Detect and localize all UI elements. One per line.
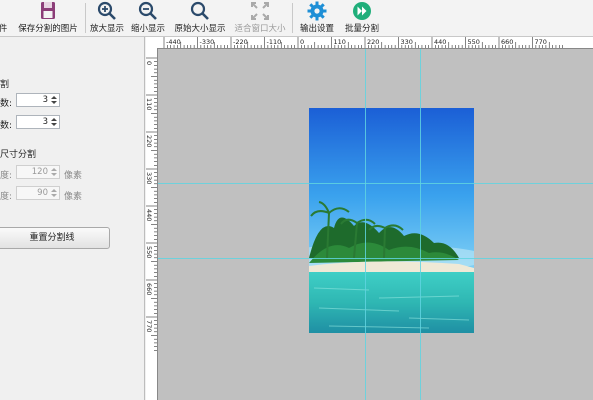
ruler-tick-label: 660 bbox=[501, 38, 513, 46]
ruler-tick-label: 660 bbox=[146, 283, 153, 295]
ruler-tick-label: 0 bbox=[146, 61, 153, 65]
zoom-actual-icon bbox=[190, 1, 209, 20]
save-split-images-button[interactable]: 保存分割的图片 bbox=[14, 0, 82, 36]
save-split-images-label: 保存分割的图片 bbox=[18, 24, 78, 34]
toolbar-separator bbox=[292, 3, 293, 33]
width-label: 度: bbox=[0, 171, 13, 181]
ruler-tick-label: 440 bbox=[434, 38, 446, 46]
vertical-ruler-scale: 0 110 220 330 440 550 660 770 bbox=[146, 57, 157, 351]
cols-value: 3 bbox=[42, 117, 48, 127]
ruler-tick-label: 220 bbox=[367, 38, 379, 46]
rows-value: 3 bbox=[42, 95, 48, 105]
width-unit: 像素 bbox=[64, 171, 83, 181]
reset-split-lines-button[interactable]: 重置分割线 bbox=[0, 227, 110, 249]
zoom-in-icon bbox=[97, 1, 116, 20]
horizontal-split-line[interactable] bbox=[158, 183, 593, 184]
height-value: 90 bbox=[37, 188, 48, 198]
zoom-in-label: 放大显示 bbox=[89, 24, 124, 34]
toolbar-separator bbox=[85, 3, 86, 33]
ruler-tick-label: 110 bbox=[334, 38, 346, 46]
split-settings-panel: 割 数: 3 数: 3 尺寸分割 度: 120 像素 度: 90 像素 重置分割… bbox=[0, 37, 145, 400]
rows-label: 数: bbox=[0, 99, 13, 109]
width-value: 120 bbox=[31, 167, 48, 177]
open-file-button[interactable]: 件 bbox=[0, 0, 14, 36]
horizontal-ruler-scale: -440 -330 -220 -110 0 110 220 330 440 550 660 770 bbox=[163, 37, 563, 48]
horizontal-split-line[interactable] bbox=[158, 258, 593, 259]
ruler-tick-label: -330 bbox=[200, 38, 215, 46]
zoom-in-button[interactable]: 放大显示 bbox=[88, 0, 126, 36]
rows-stepper[interactable] bbox=[50, 94, 58, 106]
output-settings-button[interactable]: 输出设置 bbox=[296, 0, 338, 36]
fit-window-label: 适合窗口大小 bbox=[234, 24, 286, 34]
zoom-out-button[interactable]: 缩小显示 bbox=[129, 0, 167, 36]
output-settings-label: 输出设置 bbox=[299, 24, 334, 34]
ruler-tick-label: 550 bbox=[468, 38, 480, 46]
ruler-tick-label: 330 bbox=[401, 38, 413, 46]
ruler-tick-label: 440 bbox=[146, 209, 153, 221]
actual-size-button[interactable]: 原始大小显示 bbox=[170, 0, 230, 36]
rows-spinbox[interactable]: 3 bbox=[16, 93, 60, 107]
gear-icon bbox=[307, 1, 327, 21]
cols-spinbox[interactable]: 3 bbox=[16, 115, 60, 129]
batch-play-icon bbox=[353, 2, 371, 20]
vertical-split-line[interactable] bbox=[420, 49, 421, 400]
height-unit: 像素 bbox=[64, 192, 83, 202]
fit-window-button[interactable]: 适合窗口大小 bbox=[232, 0, 288, 36]
ruler-tick-label: 330 bbox=[146, 172, 153, 184]
vertical-ruler: 0 110 220 330 440 550 660 770 bbox=[146, 48, 158, 400]
size-split-section-title: 尺寸分割 bbox=[0, 150, 37, 160]
zoom-out-label: 缩小显示 bbox=[130, 24, 165, 34]
height-spinbox[interactable]: 90 bbox=[16, 186, 60, 200]
zoom-out-icon bbox=[138, 1, 157, 20]
beach-photo-image bbox=[309, 108, 474, 333]
ruler-tick-label: -220 bbox=[233, 38, 248, 46]
ruler-tick-label: 220 bbox=[146, 135, 153, 147]
ruler-tick-label: -440 bbox=[166, 38, 181, 46]
height-label: 度: bbox=[0, 192, 13, 202]
actual-size-label: 原始大小显示 bbox=[174, 24, 226, 34]
cols-label: 数: bbox=[0, 121, 13, 131]
batch-split-label: 批量分割 bbox=[344, 24, 379, 34]
toolbar: 件 保存分割的图片 放大显示 缩小显示 原始大小显示 适合窗口大小 输出设置 批… bbox=[0, 0, 593, 37]
height-stepper[interactable] bbox=[50, 187, 58, 199]
open-file-label: 件 bbox=[0, 24, 8, 34]
image-canvas[interactable] bbox=[158, 49, 593, 400]
fit-window-icon bbox=[251, 2, 269, 20]
grid-split-section-title: 割 bbox=[0, 80, 10, 90]
vertical-split-line[interactable] bbox=[365, 49, 366, 400]
ruler-tick-label: 770 bbox=[146, 320, 153, 332]
save-icon bbox=[41, 2, 55, 19]
ruler-tick-label: 110 bbox=[146, 98, 153, 110]
ruler-tick-label: 770 bbox=[535, 38, 547, 46]
width-spinbox[interactable]: 120 bbox=[16, 165, 60, 179]
ruler-tick-label: -110 bbox=[267, 38, 282, 46]
ruler-tick-label: 550 bbox=[146, 246, 153, 258]
width-stepper[interactable] bbox=[50, 166, 58, 178]
horizontal-ruler: -440 -330 -220 -110 0 110 220 330 440 550 660 770 bbox=[146, 37, 593, 49]
cols-stepper[interactable] bbox=[50, 116, 58, 128]
ruler-tick-label: 0 bbox=[300, 38, 304, 46]
beach-photo bbox=[309, 108, 474, 333]
batch-split-button[interactable]: 批量分割 bbox=[342, 0, 382, 36]
